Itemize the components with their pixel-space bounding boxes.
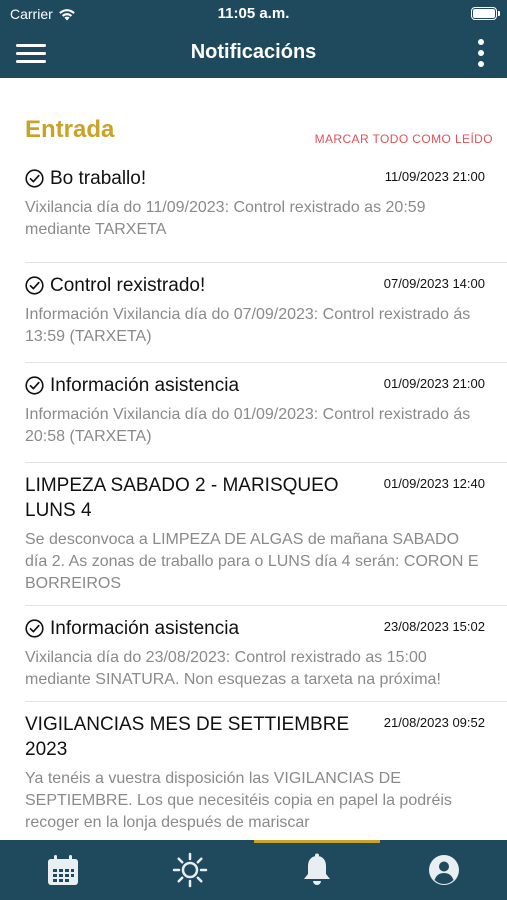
- bottom-tab-bar: [0, 840, 507, 900]
- read-check-icon: [25, 169, 44, 188]
- clock: 11:05 a.m.: [217, 5, 290, 22]
- tab-notifications[interactable]: [253, 840, 381, 900]
- notification-header-row: Información asistencia 23/08/2023 15:02: [25, 616, 485, 641]
- tab-weather[interactable]: [127, 840, 254, 900]
- calendar-icon: [48, 855, 79, 885]
- more-vertical-icon: [478, 39, 484, 67]
- notification-date: 01/09/2023 21:00: [383, 376, 485, 391]
- page-title: Notificacións: [190, 41, 317, 63]
- sun-icon: [172, 852, 208, 888]
- read-check-icon: [25, 376, 44, 395]
- inbox-title: Entrada: [25, 116, 115, 143]
- notification-header-row: LIMPEZA SABADO 2 - MARISQUEO LUNS 4 01/09…: [25, 473, 485, 523]
- mark-all-read-button[interactable]: MARCAR TODO COMO LEÍDO: [315, 132, 493, 146]
- notification-title: Información asistencia: [50, 375, 240, 396]
- notification-title: LIMPEZA SABADO 2 - MARISQUEO LUNS 4: [25, 475, 339, 521]
- notification-body: Vixilancia día do 23/08/2023: Control re…: [25, 649, 441, 688]
- notification-title: Control rexistrado!: [50, 275, 206, 296]
- notification-item[interactable]: Control rexistrado! 07/09/2023 14:00 Infor…: [25, 263, 507, 363]
- read-check-icon: [25, 619, 44, 638]
- read-check-icon: [25, 276, 44, 295]
- notification-title-wrap: VIGILANCIAS MES DE SETTIEMBRE 2023: [25, 712, 370, 762]
- profile-icon: [428, 855, 459, 885]
- notification-title-wrap: LIMPEZA SABADO 2 - MARISQUEO LUNS 4: [25, 473, 370, 523]
- inbox-header: Entrada MARCAR TODO COMO LEÍDO: [0, 78, 507, 160]
- notification-item[interactable]: Información asistencia 23/08/2023 15:02 Vi…: [25, 606, 507, 702]
- notification-header-row: Control rexistrado! 07/09/2023 14:00: [25, 273, 485, 298]
- notification-title-wrap: Bo traballo!: [25, 166, 146, 191]
- more-options-button[interactable]: [473, 37, 489, 69]
- notification-date: 01/09/2023 12:40: [383, 476, 485, 491]
- notification-header-row: VIGILANCIAS MES DE SETTIEMBRE 2023 21/08/…: [25, 712, 485, 762]
- notification-item[interactable]: Información asistencia 01/09/2023 21:00 In…: [25, 363, 507, 463]
- notification-date: 23/08/2023 15:02: [383, 619, 485, 634]
- status-bar: Carrier 11:05 a.m.: [0, 0, 507, 28]
- notification-body: Ya tenéis a vuestra disposición las VIGI…: [25, 770, 452, 831]
- notification-body: Vixilancia día do 11/09/2023: Control re…: [25, 199, 426, 238]
- notifications-content[interactable]: Entrada MARCAR TODO COMO LEÍDO Bo trabal…: [0, 78, 507, 840]
- notification-title: VIGILANCIAS MES DE SETTIEMBRE 2023: [25, 714, 350, 760]
- notification-title-wrap: Información asistencia: [25, 616, 239, 641]
- notification-title: Información asistencia: [50, 618, 240, 639]
- notification-date: 21/08/2023 09:52: [383, 715, 485, 730]
- notification-body: Información Vixilancia día do 07/09/2023…: [25, 306, 471, 345]
- notification-item[interactable]: VIGILANCIAS MES DE SETTIEMBRE 2023 21/08/…: [25, 702, 507, 840]
- notification-body: Información Vixilancia día do 01/09/2023…: [25, 406, 471, 445]
- notification-title-wrap: Control rexistrado!: [25, 273, 205, 298]
- battery-icon: [471, 7, 500, 20]
- notification-list: Bo traballo! 11/09/2023 21:00 Vixilancia d…: [0, 160, 507, 840]
- bell-icon: [303, 853, 330, 885]
- tab-profile[interactable]: [380, 840, 507, 900]
- notification-date: 11/09/2023 21:00: [384, 169, 485, 184]
- app-header: Notificacións: [0, 28, 507, 78]
- notification-header-row: Bo traballo! 11/09/2023 21:00: [25, 166, 485, 191]
- notification-title-wrap: Información asistencia: [25, 373, 239, 398]
- tab-calendar[interactable]: [0, 840, 127, 900]
- notification-item[interactable]: Bo traballo! 11/09/2023 21:00 Vixilancia d…: [25, 160, 507, 263]
- notification-item[interactable]: LIMPEZA SABADO 2 - MARISQUEO LUNS 4 01/09…: [25, 463, 507, 606]
- notification-header-row: Información asistencia 01/09/2023 21:00: [25, 373, 485, 398]
- notification-title: Bo traballo!: [50, 168, 147, 189]
- notification-body: Se desconvoca a LIMPEZA DE ALGAS de maña…: [25, 531, 479, 592]
- notification-date: 07/09/2023 14:00: [383, 276, 485, 291]
